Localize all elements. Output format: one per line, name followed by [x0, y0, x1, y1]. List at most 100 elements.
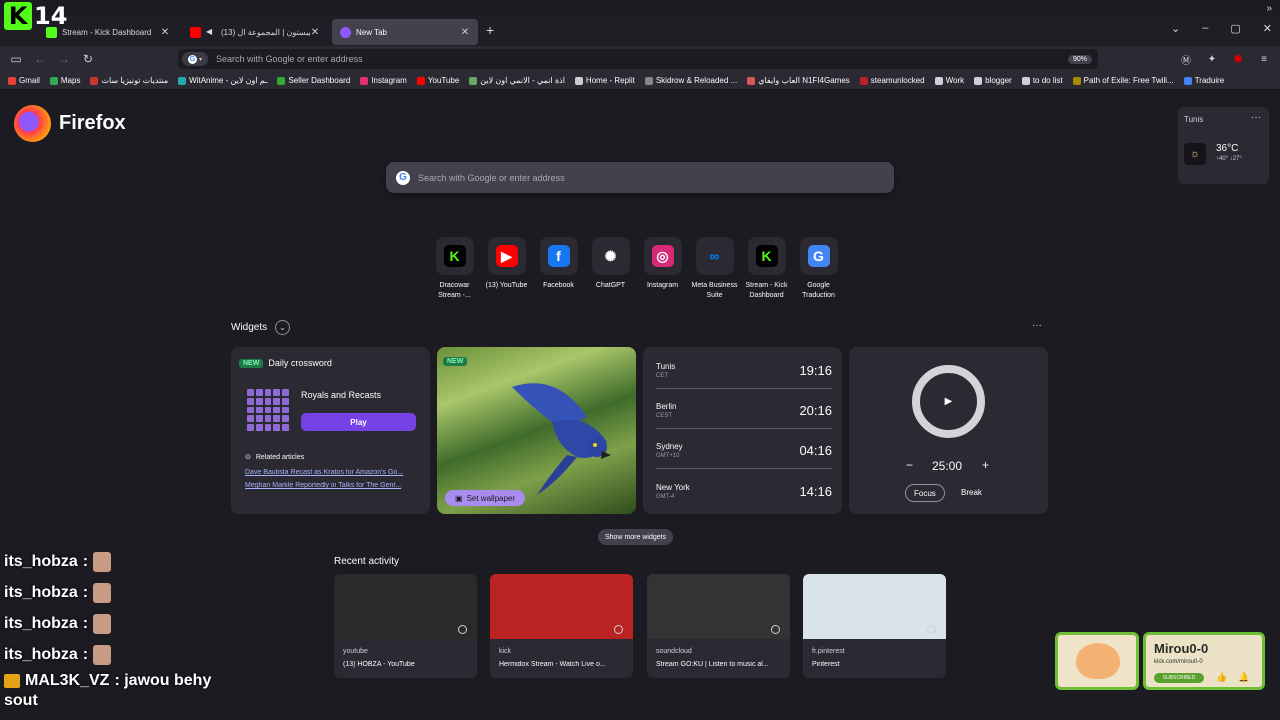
chevron-down-icon[interactable]: ⌄: [275, 320, 291, 335]
bookmark-item[interactable]: WitAnime - ـم اون لاين: [178, 76, 267, 85]
search-engine-selector[interactable]: G ▾: [182, 52, 208, 66]
play-button[interactable]: Play: [301, 413, 416, 431]
cat-face: [1076, 643, 1120, 679]
chevron-down-icon[interactable]: ⌄: [1171, 22, 1180, 35]
zoom-badge[interactable]: 90%: [1067, 54, 1092, 64]
close-window-button[interactable]: ✕: [1263, 22, 1272, 35]
top-site[interactable]: ◎ Instagram: [642, 237, 683, 301]
google-icon: G: [187, 54, 197, 64]
article-link[interactable]: Dave Bautista Recast as Kratos for Amazo…: [245, 469, 415, 476]
decrease-time-button[interactable]: −: [906, 458, 913, 472]
history-icon: [771, 625, 780, 634]
new-tab-button[interactable]: +: [486, 22, 494, 38]
url-bar[interactable]: G ▾ 90%: [178, 49, 1098, 69]
recent-activity-card[interactable]: soundcloud Stream GO:KU | Listen to music…: [647, 574, 790, 678]
tab-title: New Tab: [356, 27, 387, 37]
bookmark-favicon-icon: [747, 76, 756, 85]
top-site[interactable]: ▶ (13) YouTube: [486, 237, 527, 301]
focus-timer-widget: ▶ − 25:00 + Focus Break: [849, 347, 1048, 514]
top-site[interactable]: K Stream - Kick Dashboard: [745, 237, 788, 301]
top-site-tile[interactable]: ◎: [643, 237, 682, 275]
close-icon[interactable]: ✕: [160, 27, 170, 38]
bookmark-item[interactable]: Path of Exile: Free Twili...: [1072, 76, 1174, 85]
focus-mode-button[interactable]: Focus: [905, 484, 945, 502]
search-box[interactable]: G: [386, 162, 894, 193]
chat-message: its_hobza :: [4, 608, 211, 639]
bookmark-item[interactable]: Work: [934, 76, 964, 85]
top-site-tile[interactable]: f: [539, 237, 578, 275]
top-site-tile[interactable]: ▶: [487, 237, 526, 275]
bookmark-item[interactable]: Traduire: [1183, 76, 1224, 85]
ublock-icon[interactable]: ⬢: [1232, 54, 1244, 65]
thumbs-up-icon: 👍: [1216, 672, 1228, 682]
recent-thumbnail: [803, 574, 946, 639]
recent-activity-card[interactable]: fr.pinterest Pinterest: [803, 574, 946, 678]
recent-activity-card[interactable]: kick Hermidox Stream - Watch Live o...: [490, 574, 633, 678]
bookmark-item[interactable]: Home - Replit: [574, 76, 635, 85]
top-site-label: Meta Business Suite: [691, 282, 738, 299]
history-icon: [458, 625, 467, 634]
bookmark-item[interactable]: Instagram: [360, 76, 407, 85]
menu-icon[interactable]: ≡: [1258, 54, 1270, 65]
top-site[interactable]: G Google Traduction: [798, 237, 839, 301]
bookmark-item[interactable]: to do list: [1021, 76, 1063, 85]
search-input[interactable]: [418, 172, 894, 183]
increase-time-button[interactable]: +: [982, 458, 989, 472]
top-site[interactable]: ∞ Meta Business Suite: [692, 237, 737, 301]
set-wallpaper-button[interactable]: ▣ Set wallpaper: [445, 490, 526, 506]
break-mode-button[interactable]: Break: [961, 488, 982, 497]
widgets-menu-button[interactable]: ···: [1032, 320, 1042, 331]
top-site[interactable]: ✺ ChatGPT: [590, 237, 631, 301]
tab-youtube[interactable]: ◀ (13) سيبستون | المجموعة ال... ✕: [182, 19, 328, 45]
sidebar-icon[interactable]: ▭: [8, 51, 24, 67]
top-site[interactable]: K Dracowar Stream -...: [434, 237, 475, 301]
play-icon[interactable]: ▶: [945, 396, 953, 407]
window-controls: ⌄ – ▢ ✕: [1171, 22, 1272, 35]
chatgpt-icon: ✺: [599, 245, 622, 267]
bookmark-item[interactable]: Gmail: [8, 76, 40, 85]
bookmark-item[interactable]: Skidrow & Reloaded ...: [644, 76, 737, 85]
bookmarks-overflow-icon[interactable]: »: [1266, 3, 1272, 14]
article-link[interactable]: Meghan Markle Reportedly in Talks for Th…: [245, 482, 415, 489]
bookmark-item[interactable]: blogger: [974, 76, 1012, 85]
top-site-tile[interactable]: K: [435, 237, 474, 275]
top-site-tile[interactable]: ✺: [591, 237, 630, 275]
top-site[interactable]: f Facebook: [538, 237, 579, 301]
account-icon[interactable]: Ⓜ: [1180, 52, 1192, 67]
weather-widget[interactable]: Tunis ··· ☼ 36°C ↑40° ↓27°: [1178, 107, 1269, 184]
top-site-tile[interactable]: K: [747, 237, 786, 275]
streamer-url: kick.com/mirou0-0: [1154, 659, 1203, 665]
bookmark-item[interactable]: العاب وايفاي N1FI4Games: [747, 76, 850, 85]
wallpaper-widget: NEW ▣ Set wallpaper: [437, 347, 636, 514]
bookmark-item[interactable]: Seller Dashboard: [277, 76, 350, 85]
minimize-button[interactable]: –: [1202, 22, 1208, 35]
bookmark-label: Instagram: [371, 76, 407, 85]
extensions-icon[interactable]: ✦: [1206, 54, 1218, 65]
reload-icon[interactable]: ↻: [80, 51, 96, 67]
url-input[interactable]: [216, 54, 1068, 64]
forward-icon[interactable]: →: [56, 51, 72, 67]
speaker-icon[interactable]: ◀: [206, 27, 216, 38]
weather-menu-button[interactable]: ···: [1251, 112, 1261, 123]
bookmark-item[interactable]: اذة انمي - الانمي اون لاين: [469, 76, 565, 85]
bookmark-item[interactable]: منتديات تونيزيا سات: [90, 76, 168, 85]
bookmark-item[interactable]: Maps: [49, 76, 80, 85]
bookmark-favicon-icon: [574, 76, 583, 85]
bookmark-label: blogger: [985, 76, 1012, 85]
bookmark-item[interactable]: steamunlocked: [859, 76, 925, 85]
top-site-tile[interactable]: G: [799, 237, 838, 275]
close-icon[interactable]: ✕: [310, 27, 320, 38]
timer-ring[interactable]: ▶: [912, 365, 985, 438]
bookmark-item[interactable]: YouTube: [416, 76, 459, 85]
show-more-widgets-button[interactable]: Show more widgets: [598, 529, 674, 545]
back-icon[interactable]: ←: [32, 51, 48, 67]
firefox-wordmark: Firefox: [59, 112, 126, 134]
bookmarks-bar: Gmail Maps منتديات تونيزيا سات WitAnime - ـ…: [0, 72, 1280, 90]
crown-badge-icon: [4, 674, 20, 688]
recent-activity-card[interactable]: youtube (13) HOBZA - YouTube: [334, 574, 477, 678]
top-site-tile[interactable]: ∞: [695, 237, 734, 275]
close-icon[interactable]: ✕: [460, 27, 470, 38]
tab-new-tab[interactable]: New Tab ✕: [332, 19, 478, 45]
maximize-button[interactable]: ▢: [1230, 22, 1240, 35]
meta-icon: ∞: [703, 245, 726, 267]
